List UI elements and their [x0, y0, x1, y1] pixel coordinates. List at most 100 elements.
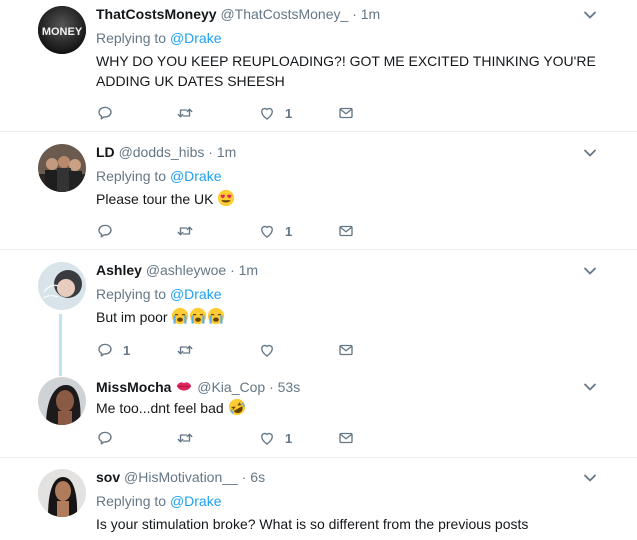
- avatar[interactable]: [38, 262, 86, 310]
- like-button[interactable]: [258, 340, 276, 360]
- chevron-down-icon[interactable]: [582, 7, 598, 23]
- mention-link[interactable]: @Drake: [170, 168, 222, 184]
- retweet-icon: [176, 341, 194, 359]
- tweet-header: MissMocha @Kia_Cop · 53s: [96, 377, 300, 396]
- tweet[interactable]: Ashley @ashleywoe · 1m Replying to @Drak…: [0, 250, 637, 365]
- replying-to-label: Replying to: [96, 30, 167, 46]
- reply-icon: [96, 341, 114, 359]
- reply-button[interactable]: [96, 428, 114, 448]
- replying-to: Replying to @Drake: [96, 492, 222, 510]
- replying-to: Replying to @Drake: [96, 285, 222, 303]
- loudly-crying-emoji: [171, 307, 189, 325]
- like-icon: [258, 341, 276, 359]
- user-handle[interactable]: @ThatCostsMoney_: [220, 6, 348, 22]
- timestamp[interactable]: 1m: [217, 144, 236, 160]
- direct-message-icon: [337, 429, 355, 447]
- tweet-header: Ashley @ashleywoe · 1m: [96, 261, 258, 279]
- display-name[interactable]: Ashley: [96, 262, 142, 278]
- tweet-actions: 1: [96, 221, 376, 241]
- loudly-crying-emoji: [207, 307, 225, 325]
- avatar[interactable]: [38, 469, 86, 517]
- avatar[interactable]: [38, 377, 86, 425]
- reply-button[interactable]: 1: [96, 340, 130, 360]
- user-handle[interactable]: @Kia_Cop: [197, 379, 265, 395]
- reply-icon: [96, 429, 114, 447]
- mention-link[interactable]: @Drake: [170, 493, 222, 509]
- separator-dot: ·: [241, 469, 247, 485]
- chevron-down-icon[interactable]: [582, 379, 598, 395]
- replying-to: Replying to @Drake: [96, 167, 222, 185]
- like-count: 1: [285, 223, 293, 239]
- like-icon: [258, 104, 276, 122]
- loudly-crying-emoji: [189, 307, 207, 325]
- like-icon: [258, 429, 276, 447]
- rolling-laughing-emoji: [228, 398, 246, 416]
- user-handle[interactable]: @ashleywoe: [146, 262, 226, 278]
- tweet[interactable]: MissMocha @Kia_Cop · 53s Me too...dnt fe…: [0, 366, 637, 456]
- tweet[interactable]: MONEY ThatCostsMoneyy @ThatCostsMoney_ ·…: [0, 0, 637, 131]
- reply-button[interactable]: [96, 221, 114, 241]
- direct-message-icon: [337, 222, 355, 240]
- retweet-button[interactable]: [176, 103, 194, 123]
- user-handle[interactable]: @dodds_hibs: [119, 144, 205, 160]
- tweet-actions: 1: [96, 428, 376, 448]
- separator-dot: ·: [208, 144, 213, 160]
- chevron-down-icon[interactable]: [582, 145, 598, 161]
- replying-to: Replying to @Drake: [96, 29, 222, 47]
- tweet[interactable]: sov @HisMotivation__ · 6s Replying to @D…: [0, 458, 637, 540]
- tweet-text-content: Me too...dnt feel bad: [96, 400, 224, 416]
- heart-eyes-emoji: [217, 189, 235, 207]
- tweet-text: Please tour the UK: [96, 189, 235, 209]
- tweet-actions: 1: [96, 340, 376, 360]
- replying-to-label: Replying to: [96, 168, 167, 184]
- tweet-header: sov @HisMotivation__ · 6s: [96, 468, 265, 486]
- tweet-text: Is your stimulation broke? What is so di…: [96, 514, 528, 534]
- like-button[interactable]: 1: [258, 103, 292, 123]
- direct-message-button[interactable]: [337, 221, 355, 241]
- retweet-button[interactable]: [176, 428, 194, 448]
- mention-link[interactable]: @Drake: [170, 286, 222, 302]
- separator-dot: ·: [352, 6, 357, 22]
- like-button[interactable]: 1: [258, 428, 292, 448]
- direct-message-button[interactable]: [337, 103, 355, 123]
- chevron-down-icon[interactable]: [582, 263, 598, 279]
- tweet-header: LD @dodds_hibs · 1m: [96, 143, 236, 161]
- display-name[interactable]: sov: [96, 469, 120, 485]
- tweet-text-line: ADDING UK DATES SHEESH: [96, 73, 285, 89]
- direct-message-button[interactable]: [337, 340, 355, 360]
- tweet-text: But im poor: [96, 307, 225, 327]
- display-name[interactable]: MissMocha: [96, 379, 171, 395]
- direct-message-icon: [337, 104, 355, 122]
- tweet[interactable]: LD @dodds_hibs · 1m Replying to @Drake P…: [0, 132, 637, 249]
- reply-icon: [96, 104, 114, 122]
- chevron-down-icon[interactable]: [582, 470, 598, 486]
- retweet-icon: [176, 429, 194, 447]
- tweet-text-content: Please tour the UK: [96, 191, 214, 207]
- reply-count: 1: [123, 342, 131, 358]
- timestamp[interactable]: 1m: [361, 6, 380, 22]
- separator-dot: ·: [269, 379, 274, 395]
- kiss-lips-emoji: [175, 377, 193, 395]
- tweet-text-content: But im poor: [96, 309, 168, 325]
- display-name[interactable]: ThatCostsMoneyy: [96, 6, 217, 22]
- timestamp[interactable]: 53s: [278, 379, 301, 395]
- mention-link[interactable]: @Drake: [170, 30, 222, 46]
- tweet-text-content: Is your stimulation broke? What is so di…: [96, 516, 529, 532]
- retweet-button[interactable]: [176, 221, 194, 241]
- like-button[interactable]: 1: [258, 221, 292, 241]
- tweet-header: ThatCostsMoneyy @ThatCostsMoney_ · 1m: [96, 5, 380, 23]
- timestamp[interactable]: 6s: [250, 469, 265, 485]
- avatar[interactable]: MONEY: [38, 6, 86, 54]
- avatar[interactable]: [38, 144, 86, 192]
- like-count: 1: [285, 105, 293, 121]
- display-name[interactable]: LD: [96, 144, 115, 160]
- tweet-text: WHY DO YOU KEEP REUPLOADING?! GOT ME EXC…: [96, 51, 596, 91]
- retweet-button[interactable]: [176, 340, 194, 360]
- user-handle[interactable]: @HisMotivation__: [124, 469, 238, 485]
- reply-button[interactable]: [96, 103, 114, 123]
- retweet-icon: [176, 222, 194, 240]
- svg-text:MONEY: MONEY: [42, 26, 83, 38]
- timestamp[interactable]: 1m: [239, 262, 258, 278]
- direct-message-button[interactable]: [337, 428, 355, 448]
- reply-icon: [96, 222, 114, 240]
